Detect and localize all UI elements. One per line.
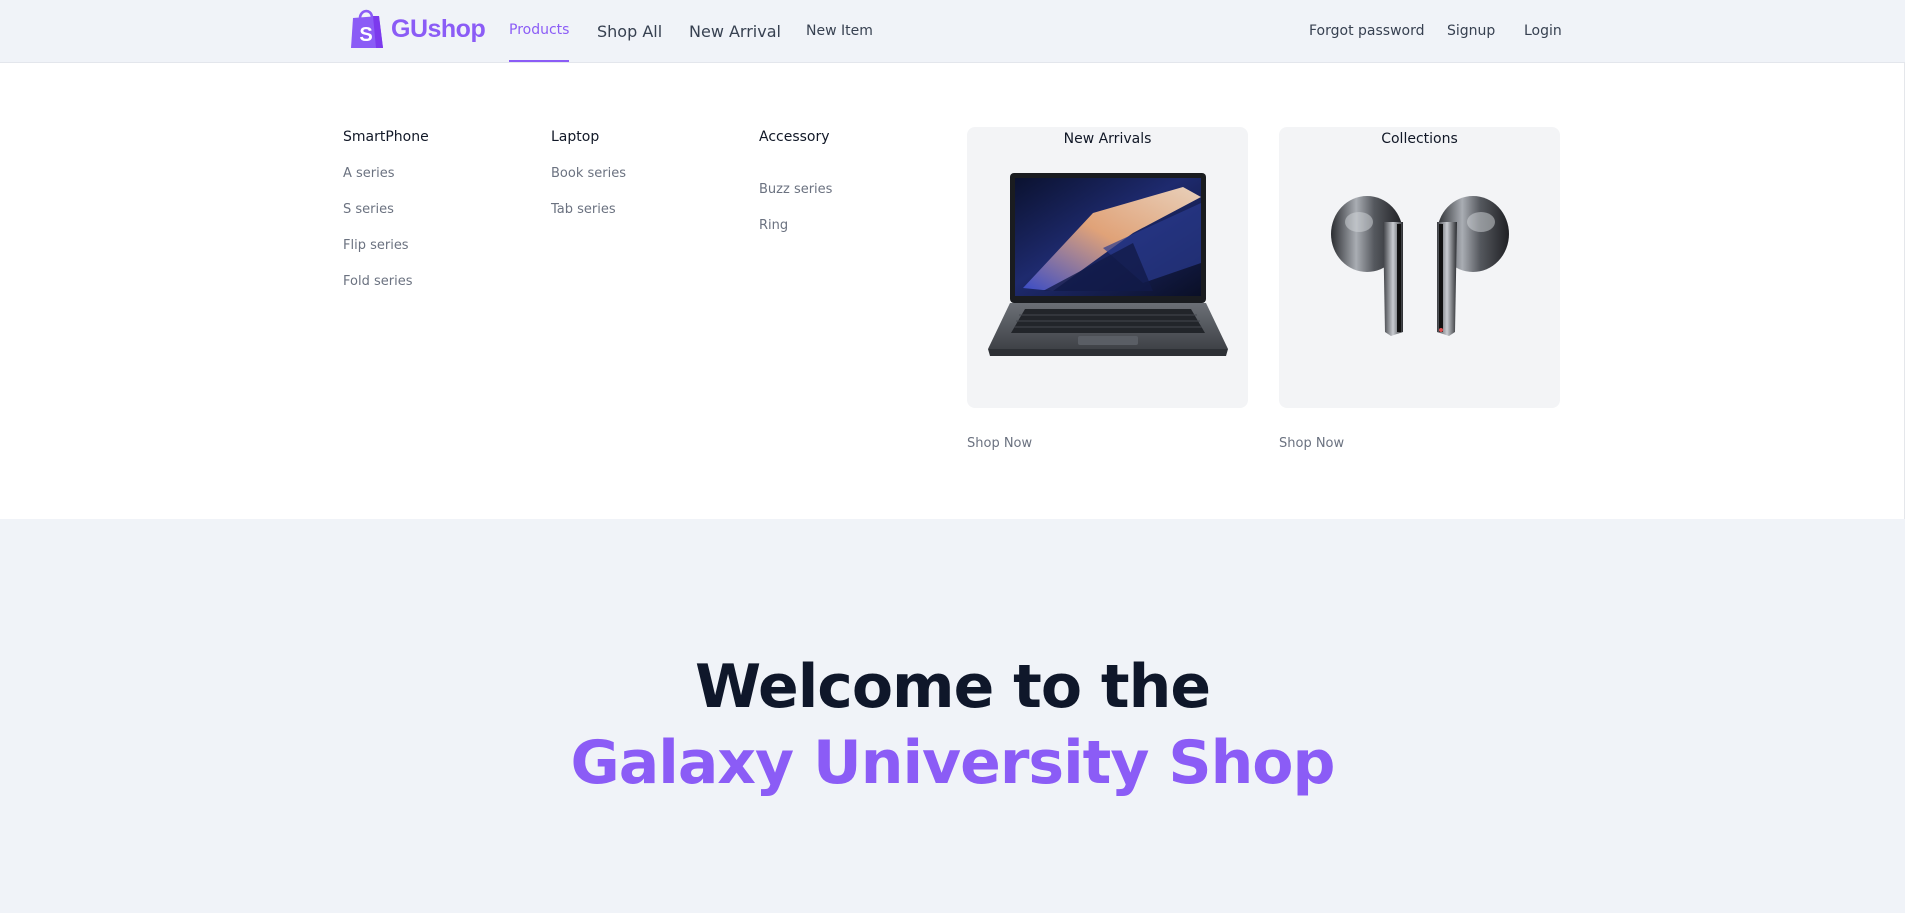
login-link[interactable]: Login (1524, 0, 1562, 62)
menu-column-title: Laptop (551, 129, 600, 145)
feature-card-collections[interactable]: Collections (1279, 127, 1560, 408)
menu-link-flip-series[interactable]: Flip series (343, 238, 409, 253)
menu-link-s-series[interactable]: S series (343, 202, 394, 217)
products-mega-menu: SmartPhone A series S series Flip series… (0, 63, 1905, 519)
menu-link-fold-series[interactable]: Fold series (343, 274, 412, 289)
menu-link-tab-series[interactable]: Tab series (551, 202, 616, 217)
hero-title: Welcome to the (694, 652, 1211, 722)
top-navbar: S GUshop Products Shop All New Arrival N… (0, 0, 1905, 63)
hero-subtitle: Galaxy University Shop (570, 728, 1336, 798)
laptop-image (988, 173, 1228, 356)
shopping-bag-icon: S (351, 9, 383, 48)
earbuds-image (1331, 196, 1509, 336)
menu-link-book-series[interactable]: Book series (551, 166, 626, 181)
brand-logo-link[interactable]: S GUshop (349, 6, 486, 52)
nav-shop-all[interactable]: Shop All (597, 0, 662, 62)
forgot-password-link[interactable]: Forgot password (1309, 0, 1425, 62)
svg-text:S: S (359, 24, 372, 46)
menu-column-title: SmartPhone (343, 129, 429, 145)
brand-name: GUshop (391, 14, 486, 43)
nav-products[interactable]: Products (509, 0, 570, 62)
shop-now-new-arrivals-link[interactable]: Shop Now (967, 436, 1032, 451)
feature-card-new-arrivals[interactable]: New Arrivals (967, 127, 1248, 408)
menu-link-buzz-series[interactable]: Buzz series (759, 182, 832, 197)
nav-new-item[interactable]: New Item (806, 0, 873, 62)
shop-now-collections-link[interactable]: Shop Now (1279, 436, 1344, 451)
feature-card-title: New Arrivals (1063, 131, 1152, 147)
menu-link-a-series[interactable]: A series (343, 166, 395, 181)
menu-link-ring[interactable]: Ring (759, 218, 788, 233)
signup-link[interactable]: Signup (1447, 0, 1495, 62)
nav-new-arrival[interactable]: New Arrival (689, 0, 781, 62)
menu-column-title: Accessory (759, 129, 830, 145)
feature-card-title: Collections (1381, 131, 1458, 147)
